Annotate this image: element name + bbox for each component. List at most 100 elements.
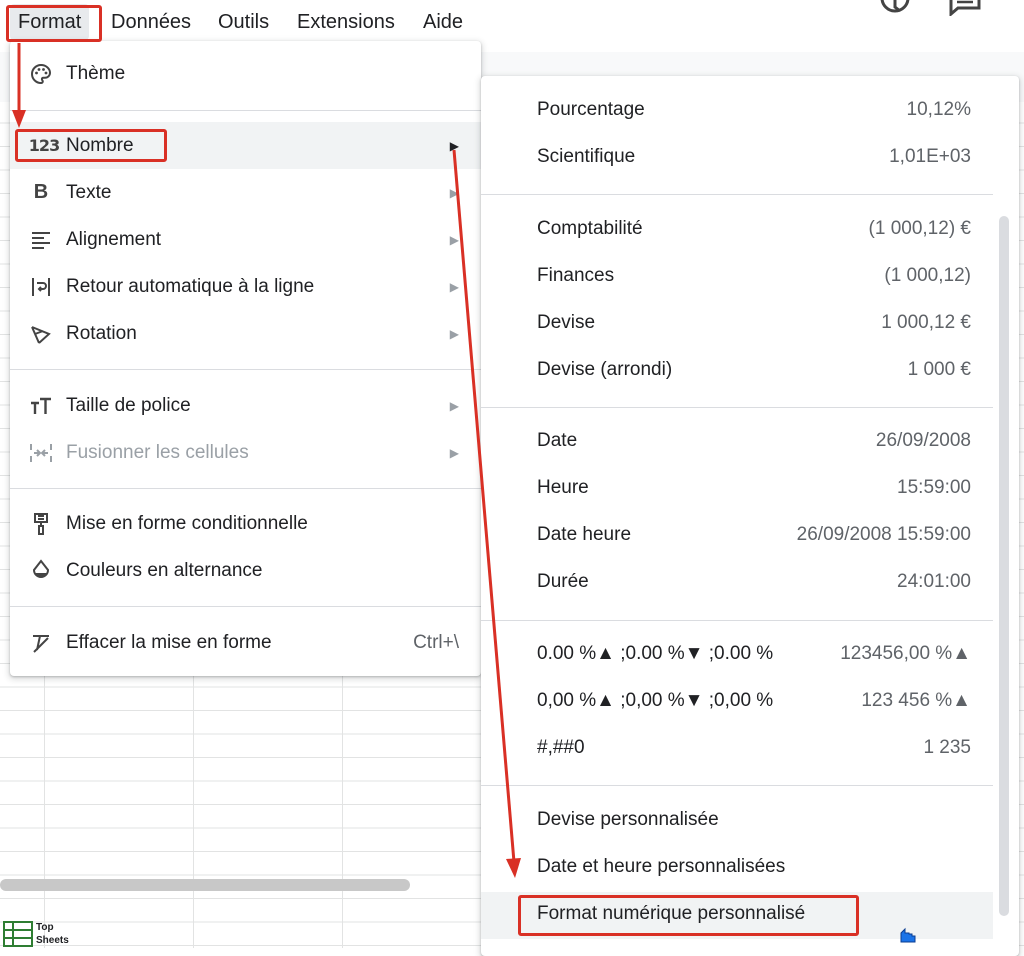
menu-item-fusionner[interactable]: Fusionner les cellules ▶ bbox=[10, 429, 481, 476]
format-example: (1 000,12) bbox=[884, 265, 971, 286]
font-size-icon bbox=[26, 391, 56, 421]
separator bbox=[481, 194, 993, 195]
menu-aide[interactable]: Aide bbox=[415, 4, 471, 40]
highlight-format-personnalise bbox=[518, 895, 859, 936]
logo-line-2: Sheets bbox=[36, 935, 69, 946]
format-label: Date bbox=[537, 430, 578, 451]
format-example: 26/09/2008 bbox=[875, 430, 971, 451]
format-label: Devise bbox=[537, 312, 596, 333]
number-format-custom-1[interactable]: 0.00 %▲ ;0.00 %▼ ;0.00 % 123456,00 %▲ bbox=[481, 632, 993, 679]
format-label: Comptabilité bbox=[537, 218, 643, 239]
separator bbox=[10, 369, 481, 370]
number-format-custom-3[interactable]: #,##0 1 235 bbox=[481, 726, 993, 773]
separator bbox=[10, 110, 481, 111]
menu-donnees[interactable]: Données bbox=[103, 4, 199, 40]
format-label: Scientifique bbox=[537, 146, 636, 167]
submenu-arrow-icon: ▶ bbox=[449, 138, 459, 153]
menu-item-retour-ligne[interactable]: Retour automatique à la ligne ▶ bbox=[10, 263, 481, 310]
number-format-devise[interactable]: Devise 1 000,12 € bbox=[481, 301, 993, 348]
format-label: Finances bbox=[537, 265, 615, 286]
number-format-custom-2[interactable]: 0,00 %▲ ;0,00 %▼ ;0,00 % 123 456 %▲ bbox=[481, 679, 993, 726]
menu-item-rotation[interactable]: Rotation ▶ bbox=[10, 310, 481, 357]
horizontal-scrollbar[interactable] bbox=[0, 879, 410, 891]
number-format-scientifique[interactable]: Scientifique 1,01E+03 bbox=[481, 135, 993, 182]
menu-item-label: Rotation bbox=[66, 322, 137, 344]
menu-item-theme[interactable]: Thème bbox=[10, 50, 481, 97]
format-label: 0,00 %▲ ;0,00 %▼ ;0,00 % bbox=[537, 690, 774, 711]
format-example: 1 000 € bbox=[907, 359, 971, 380]
menu-item-label: Mise en forme conditionnelle bbox=[66, 512, 308, 534]
format-label: Pourcentage bbox=[537, 99, 645, 120]
shortcut-label: Ctrl+\ bbox=[413, 631, 459, 653]
format-example: 24:01:00 bbox=[897, 571, 971, 592]
submenu-arrow-icon: ▶ bbox=[449, 185, 459, 200]
separator bbox=[481, 620, 993, 621]
number-format-date[interactable]: Date 26/09/2008 bbox=[481, 419, 993, 466]
paint-roller-icon bbox=[26, 509, 56, 539]
format-example: 123456,00 %▲ bbox=[840, 643, 971, 664]
submenu-arrow-icon: ▶ bbox=[449, 232, 459, 247]
menu-item-alignement[interactable]: Alignement ▶ bbox=[10, 216, 481, 263]
highlight-nombre bbox=[15, 129, 167, 162]
menu-item-couleurs-alternance[interactable]: Couleurs en alternance bbox=[10, 547, 481, 594]
align-left-icon bbox=[26, 225, 56, 255]
format-example: 1 000,12 € bbox=[881, 312, 971, 333]
menu-item-label: Couleurs en alternance bbox=[66, 559, 263, 581]
history-icon[interactable] bbox=[878, 0, 912, 18]
ink-drop-icon bbox=[26, 556, 56, 586]
menu-item-taille-police[interactable]: Taille de police ▶ bbox=[10, 382, 481, 429]
menu-extensions[interactable]: Extensions bbox=[289, 4, 403, 40]
submenu-scrollbar[interactable] bbox=[999, 216, 1009, 916]
merge-cells-icon bbox=[26, 438, 56, 468]
comment-icon[interactable] bbox=[948, 0, 982, 16]
format-example: (1 000,12) € bbox=[868, 218, 971, 239]
format-example: 1 235 bbox=[923, 737, 971, 758]
menu-item-label: Effacer la mise en forme bbox=[66, 631, 272, 653]
menu-item-effacer-mise-en-forme[interactable]: Effacer la mise en forme Ctrl+\ bbox=[10, 619, 481, 666]
number-format-date-heure[interactable]: Date heure 26/09/2008 15:59:00 bbox=[481, 513, 993, 560]
separator bbox=[10, 606, 481, 607]
menu-item-label: Thème bbox=[66, 62, 126, 84]
format-label: Date heure bbox=[537, 524, 632, 545]
submenu-arrow-icon: ▶ bbox=[449, 445, 459, 460]
submenu-arrow-icon: ▶ bbox=[449, 326, 459, 341]
number-format-heure[interactable]: Heure 15:59:00 bbox=[481, 466, 993, 513]
format-example: 10,12% bbox=[906, 99, 971, 120]
menu-item-label: Texte bbox=[66, 181, 112, 203]
format-example: 26/09/2008 15:59:00 bbox=[796, 524, 971, 545]
submenu-arrow-icon: ▶ bbox=[449, 398, 459, 413]
format-label: Heure bbox=[537, 477, 589, 498]
format-label: 0.00 %▲ ;0.00 %▼ ;0.00 % bbox=[537, 643, 774, 664]
number-format-devise-arrondi[interactable]: Devise (arrondi) 1 000 € bbox=[481, 348, 993, 395]
format-example: 1,01E+03 bbox=[889, 146, 971, 167]
menu-item-mise-en-forme-conditionnelle[interactable]: Mise en forme conditionnelle bbox=[10, 500, 481, 547]
menu-item-label: Taille de police bbox=[66, 394, 191, 416]
format-example: 123 456 %▲ bbox=[861, 690, 971, 711]
palette-icon bbox=[26, 59, 56, 89]
format-label: Devise personnalisée bbox=[537, 809, 719, 830]
number-format-duree[interactable]: Durée 24:01:00 bbox=[481, 560, 993, 607]
number-format-pourcentage[interactable]: Pourcentage 10,12% bbox=[481, 88, 993, 135]
number-format-submenu: Pourcentage 10,12% Scientifique 1,01E+03… bbox=[481, 76, 1019, 956]
menu-bar: Format Données Outils Extensions Aide bbox=[0, 0, 1024, 46]
separator bbox=[481, 407, 993, 408]
highlight-format bbox=[6, 5, 102, 42]
format-label: Durée bbox=[537, 571, 589, 592]
text-wrap-icon bbox=[26, 272, 56, 302]
format-label: #,##0 bbox=[537, 737, 585, 758]
menu-outils[interactable]: Outils bbox=[210, 4, 277, 40]
format-example: 15:59:00 bbox=[897, 477, 971, 498]
number-format-comptabilite[interactable]: Comptabilité (1 000,12) € bbox=[481, 207, 993, 254]
format-label: Devise (arrondi) bbox=[537, 359, 673, 380]
separator bbox=[481, 785, 993, 786]
number-format-date-heure-personnalisees[interactable]: Date et heure personnalisées bbox=[481, 845, 993, 892]
logo-line-1: Top bbox=[36, 922, 54, 933]
number-format-finances[interactable]: Finances (1 000,12) bbox=[481, 254, 993, 301]
bold-icon: B bbox=[33, 181, 49, 203]
menu-item-label: Fusionner les cellules bbox=[66, 441, 249, 463]
text-rotation-icon bbox=[26, 319, 56, 349]
submenu-arrow-icon: ▶ bbox=[449, 279, 459, 294]
menu-item-texte[interactable]: B Texte ▶ bbox=[10, 169, 481, 216]
menu-item-label: Alignement bbox=[66, 228, 162, 250]
number-format-devise-personnalisee[interactable]: Devise personnalisée bbox=[481, 798, 993, 845]
